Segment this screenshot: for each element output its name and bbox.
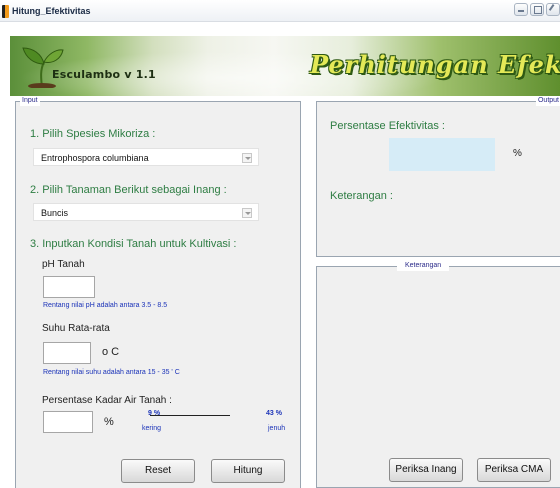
ph-range-note: Rentang nilai pH adalah antara 3.5 - 8.5 [43,302,168,309]
header-banner: Esculambo v 1.1 Perhitungan Efektivitas [10,36,560,96]
step3-label: 3. Inputkan Kondisi Tanah untuk Kultivas… [30,238,237,250]
temp-input[interactable] [43,342,91,364]
hitung-button[interactable]: Hitung [211,459,285,483]
keterangan-panel: Keterangan Periksa Inang Periksa CMA [316,261,560,488]
chevron-down-icon[interactable] [242,208,252,218]
input-panel: Input 1. Pilih Spesies Mikoriza : Entrop… [15,96,301,488]
temp-label: Suhu Rata-rata [42,323,110,334]
keterangan-label: Keterangan : [330,190,393,202]
water-input[interactable] [43,411,93,433]
step2-label: 2. Pilih Tanaman Berikut sebagai Inang : [30,184,227,196]
species-select[interactable]: Entrophospora columbiana [33,148,259,166]
water-range-max-label: jenuh [268,425,286,432]
output-panel: Output Persentase Efektivitas : % Ketera… [316,96,560,257]
water-label: Persentase Kadar Air Tanah : [42,395,172,406]
water-range-max: 43 % [266,410,282,417]
temp-unit: o C [102,346,120,358]
periksa-inang-button[interactable]: Periksa Inang [389,458,463,482]
persentase-result-box [389,138,495,171]
species-selected-value: Entrophospora columbiana [41,153,149,163]
ph-label: pH Tanah [42,259,85,270]
water-unit: % [104,416,114,428]
title-bar: Hitung_Efektivitas [0,0,560,22]
sprout-logo-icon [22,47,64,88]
output-panel-title: Output [535,96,560,106]
host-plant-select[interactable]: Buncis [33,203,259,221]
ph-input[interactable] [43,276,95,298]
window-title: Hitung_Efektivitas [12,6,91,16]
minimize-icon[interactable] [514,3,528,16]
water-range-line [150,415,230,416]
app-version: Esculambo v 1.1 [52,68,156,81]
input-panel-title: Input [20,96,40,106]
step1-label: 1. Pilih Spesies Mikoriza : [30,128,156,140]
percent-sign: % [513,148,522,159]
plant-selected-value: Buncis [41,208,69,218]
banner-heading: Perhitungan Efektivitas [310,50,560,79]
reset-button[interactable]: Reset [121,459,195,483]
water-range-min-label: kering [142,425,162,432]
close-icon[interactable] [546,3,560,16]
temp-range-note: Rentang nilai suhu adalah antara 15 - 35… [43,369,180,376]
chevron-down-icon[interactable] [242,153,252,163]
persentase-label: Persentase Efektivitas : [330,120,445,132]
keterangan-panel-title: Keterangan [397,261,450,271]
window-controls [514,3,560,16]
maximize-icon[interactable] [530,3,544,16]
app-icon [2,5,9,18]
periksa-cma-button[interactable]: Periksa CMA [477,458,551,482]
